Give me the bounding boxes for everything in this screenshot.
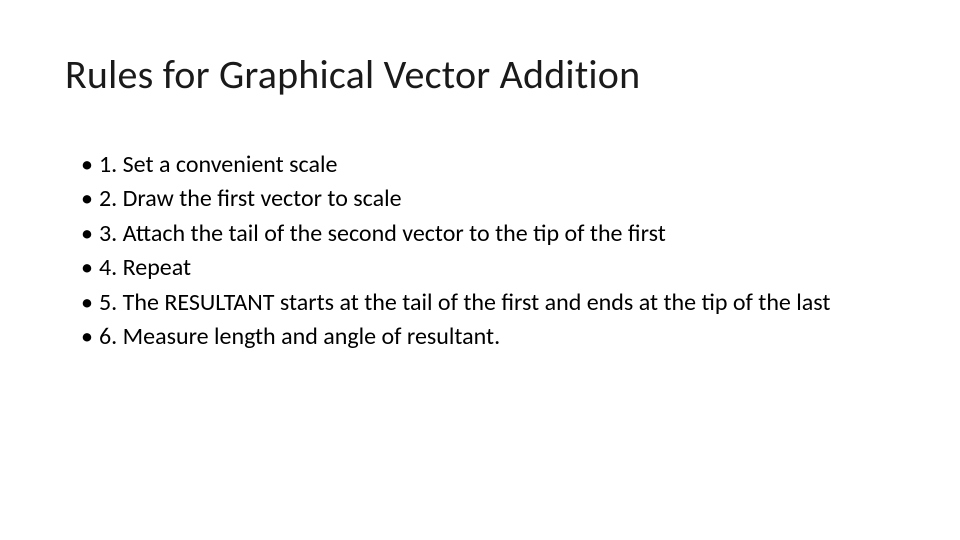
list-item: 3. Attach the tail of the second vector … bbox=[81, 218, 895, 250]
list-item: 5. The RESULTANT starts at the tail of t… bbox=[81, 287, 895, 319]
list-item: 4. Repeat bbox=[81, 252, 895, 284]
page-title: Rules for Graphical Vector Addition bbox=[65, 50, 895, 99]
list-item: 2. Draw the first vector to scale bbox=[81, 183, 895, 215]
rules-list: 1. Set a convenient scale 2. Draw the fi… bbox=[65, 149, 895, 353]
list-item: 1. Set a convenient scale bbox=[81, 149, 895, 181]
list-item: 6. Measure length and angle of resultant… bbox=[81, 321, 895, 353]
